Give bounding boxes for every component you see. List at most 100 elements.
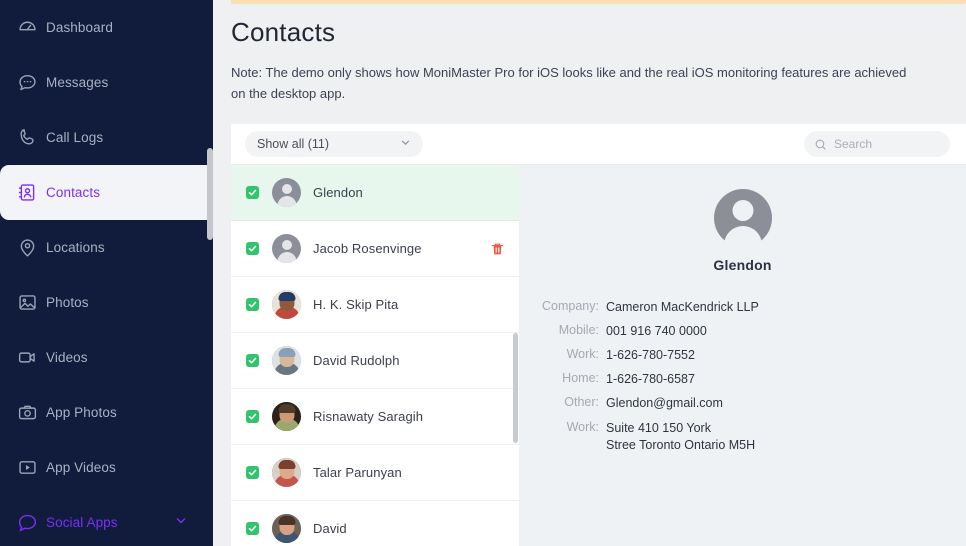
sidebar-item-label: App Videos [46,460,116,475]
phone-icon [8,127,46,148]
contact-checkbox[interactable] [246,354,259,367]
contact-avatar [272,290,301,319]
detail-field-label: Mobile: [558,323,599,337]
detail-field-row: Home: 1-626-780-6587 [519,371,966,388]
contact-list-item[interactable]: Glendon [231,165,519,221]
page-title: Contacts [231,17,336,47]
contact-list-item[interactable]: Jacob Rosenvinge [231,221,519,277]
contacts-toolbar: Show all (11) [231,124,966,164]
search-input[interactable] [834,137,940,151]
contact-avatar [272,514,301,543]
contact-detail-name: Glendon [713,257,772,273]
contact-name: Jacob Rosenvinge [313,241,422,256]
sidebar-item-contacts[interactable]: Contacts [0,165,213,220]
sidebar-item-label: Photos [46,295,89,310]
sidebar-item-social-apps[interactable]: Social Apps [0,495,213,546]
top-accent-bar [231,0,966,4]
contacts-body: Glendon Jacob Rosenvinge H. K. Skip Pita Da… [231,164,966,546]
filter-select[interactable]: Show all (11) [245,131,423,157]
chevron-down-icon[interactable] [173,512,189,533]
message-icon [8,72,46,93]
contact-name: H. K. Skip Pita [313,297,399,312]
sidebar-item-label: Messages [46,75,109,90]
location-pin-icon [8,237,46,258]
contact-name: Talar Parunyan [313,465,402,480]
contact-checkbox[interactable] [246,298,259,311]
detail-field-row: Work: Suite 410 150 York Stree Toronto On… [519,420,966,454]
detail-field-value: 1-626-780-7552 [606,348,695,362]
sidebar-nav: Dashboard Messages Call Logs Contacts Locati… [0,0,213,495]
contact-detail-panel: Glendon Company: Cameron MacKendrick LLP M… [519,164,966,546]
detail-field-row: Work: 1-626-780-7552 [519,347,966,364]
sidebar-item-label: Videos [46,350,88,365]
sidebar-item-call-logs[interactable]: Call Logs [0,110,213,165]
sidebar-item-label: Locations [46,240,105,255]
sidebar-item-label: App Photos [46,405,117,420]
contact-detail-fields: Company: Cameron MacKendrick LLP Mobile: 00… [519,299,966,454]
chevron-down-icon [399,136,412,152]
detail-field-label: Home: [562,371,599,385]
detail-field-value: Glendon@gmail.com [606,396,723,410]
search-box[interactable] [804,131,950,157]
sidebar-item-photos[interactable]: Photos [0,275,213,330]
contact-list-item[interactable]: Talar Parunyan [231,445,519,501]
contact-avatar [272,346,301,375]
sidebar-item-label: Contacts [46,185,101,200]
app-root: Dashboard Messages Call Logs Contacts Locati… [0,0,966,546]
sidebar-item-messages[interactable]: Messages [0,55,213,110]
sidebar-item-label: Dashboard [46,20,113,35]
main-content: Contacts Note: The demo only shows how M… [213,0,966,546]
sidebar-item-label: Call Logs [46,130,104,145]
sidebar-item-locations[interactable]: Locations [0,220,213,275]
demo-note: Note: The demo only shows how MoniMaster… [231,65,907,101]
contact-avatar [272,402,301,431]
contacts-icon [8,182,46,203]
sidebar-item-app-videos[interactable]: App Videos [0,440,213,495]
filter-select-label: Show all (11) [257,137,330,151]
detail-field-row: Company: Cameron MacKendrick LLP [519,299,966,316]
contact-list-item[interactable]: David [231,501,519,546]
detail-field-value: Cameron MacKendrick LLP [606,300,759,314]
detail-field-value: Suite 410 150 York Stree Toronto Ontario… [606,421,756,452]
detail-field-value: 001 916 740 0000 [606,324,707,338]
play-box-icon [8,457,46,478]
contact-detail-avatar [713,189,772,247]
sidebar-item-app-photos[interactable]: App Photos [0,385,213,440]
trash-icon[interactable] [490,241,505,256]
contact-checkbox[interactable] [246,186,259,199]
contact-list-item[interactable]: Risnawaty Saragih [231,389,519,445]
sidebar-item-label-social-apps: Social Apps [46,515,118,530]
search-icon [814,138,827,151]
detail-field-label: Other: [564,395,599,409]
image-icon [8,292,46,313]
detail-field-row: Mobile: 001 916 740 0000 [519,323,966,340]
contact-name: David [313,521,347,536]
contact-name: Glendon [313,185,363,200]
contacts-list: Glendon Jacob Rosenvinge H. K. Skip Pita Da… [231,165,519,546]
video-camera-icon [8,347,46,368]
contacts-list-panel: Glendon Jacob Rosenvinge H. K. Skip Pita Da… [231,164,519,546]
contacts-list-scrollbar-thumb[interactable] [513,333,518,443]
camera-icon [8,402,46,423]
contact-name: David Rudolph [313,353,400,368]
sidebar: Dashboard Messages Call Logs Contacts Locati… [0,0,213,546]
contact-list-item[interactable]: H. K. Skip Pita [231,277,519,333]
contact-list-item[interactable]: David Rudolph [231,333,519,389]
detail-field-label: Work: [566,347,599,361]
contacts-card: Show all (11) Search Glendon Jacob Rosen… [231,124,966,546]
contact-avatar [272,178,301,207]
contact-checkbox[interactable] [246,410,259,423]
contact-avatar [272,458,301,487]
dashboard-icon [8,17,46,38]
chat-bubble-icon [8,512,46,533]
sidebar-item-dashboard[interactable]: Dashboard [0,0,213,55]
contact-checkbox[interactable] [246,522,259,535]
contact-checkbox[interactable] [246,242,259,255]
contact-checkbox[interactable] [246,466,259,479]
detail-field-value: 1-626-780-6587 [606,372,695,386]
detail-field-label: Work: [566,420,599,434]
sidebar-item-videos[interactable]: Videos [0,330,213,385]
detail-field-row: Other: Glendon@gmail.com [519,395,966,412]
detail-field-label: Company: [542,299,599,313]
contact-name: Risnawaty Saragih [313,409,424,424]
